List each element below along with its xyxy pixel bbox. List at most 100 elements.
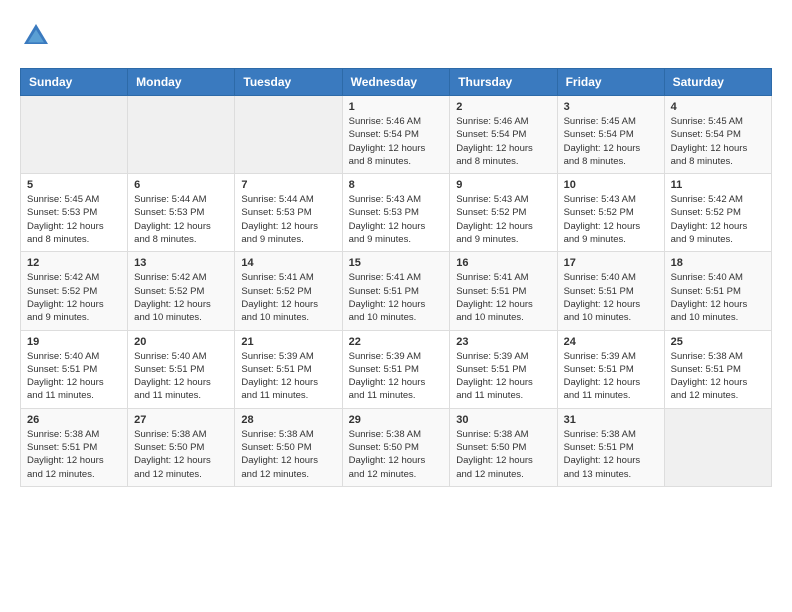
calendar-cell: 28Sunrise: 5:38 AM Sunset: 5:50 PM Dayli… <box>235 408 342 486</box>
day-info: Sunrise: 5:40 AM Sunset: 5:51 PM Dayligh… <box>27 350 121 403</box>
logo <box>20 20 58 52</box>
day-info: Sunrise: 5:39 AM Sunset: 5:51 PM Dayligh… <box>349 350 444 403</box>
calendar-week-1: 1 Sunrise: 5:46 AM Sunset: 5:54 PM Daylig… <box>21 96 772 174</box>
calendar-cell: 16 Sunrise: 5:41 AM Sunset: 5:51 PM Dayli… <box>450 252 557 330</box>
day-info: Sunrise: 5:45 AM Sunset: 5:53 PM Dayligh… <box>27 193 121 246</box>
day-info: Sunrise: 5:43 AM Sunset: 5:52 PM Dayligh… <box>456 193 550 246</box>
day-info: Sunrise: 5:41 AM Sunset: 5:52 PM Dayligh… <box>241 271 335 324</box>
calendar-week-4: 19 Sunrise: 5:40 AM Sunset: 5:51 PM Dayli… <box>21 330 772 408</box>
calendar-cell: 7 Sunrise: 5:44 AM Sunset: 5:53 PM Daylig… <box>235 174 342 252</box>
day-number: 26 <box>27 414 121 426</box>
day-info: Sunrise: 5:45 AM Sunset: 5:54 PM Dayligh… <box>564 115 658 168</box>
page-header <box>20 20 772 52</box>
calendar-week-2: 5Sunrise: 5:45 AM Sunset: 5:53 PM Daylig… <box>21 174 772 252</box>
calendar-cell: 26 Sunrise: 5:38 AM Sunset: 5:51 PM Dayli… <box>21 408 128 486</box>
day-number: 27 <box>134 414 228 426</box>
calendar-cell: 19 Sunrise: 5:40 AM Sunset: 5:51 PM Dayli… <box>21 330 128 408</box>
day-number: 21 <box>241 336 335 348</box>
calendar-header-thursday: Thursday <box>450 69 557 96</box>
calendar-cell: 31 Sunrise: 5:38 AM Sunset: 5:51 PM Dayli… <box>557 408 664 486</box>
calendar-header-tuesday: Tuesday <box>235 69 342 96</box>
calendar-cell: 14 Sunrise: 5:41 AM Sunset: 5:52 PM Dayli… <box>235 252 342 330</box>
day-number: 22 <box>349 336 444 348</box>
day-number: 14 <box>241 257 335 269</box>
day-number: 3 <box>564 101 658 113</box>
day-number: 13 <box>134 257 228 269</box>
day-info: Sunrise: 5:39 AM Sunset: 5:51 PM Dayligh… <box>564 350 658 403</box>
calendar-header-sunday: Sunday <box>21 69 128 96</box>
calendar-cell: 12Sunrise: 5:42 AM Sunset: 5:52 PM Dayli… <box>21 252 128 330</box>
calendar-cell: 11 Sunrise: 5:42 AM Sunset: 5:52 PM Dayli… <box>664 174 771 252</box>
day-number: 15 <box>349 257 444 269</box>
day-number: 24 <box>564 336 658 348</box>
calendar-cell: 25Sunrise: 5:38 AM Sunset: 5:51 PM Dayli… <box>664 330 771 408</box>
day-number: 10 <box>564 179 658 191</box>
day-number: 31 <box>564 414 658 426</box>
day-number: 11 <box>671 179 765 191</box>
calendar-cell: 15 Sunrise: 5:41 AM Sunset: 5:51 PM Dayli… <box>342 252 450 330</box>
day-number: 9 <box>456 179 550 191</box>
day-info: Sunrise: 5:41 AM Sunset: 5:51 PM Dayligh… <box>349 271 444 324</box>
calendar-cell: 5Sunrise: 5:45 AM Sunset: 5:53 PM Daylig… <box>21 174 128 252</box>
day-info: Sunrise: 5:46 AM Sunset: 5:54 PM Dayligh… <box>456 115 550 168</box>
calendar-cell: 20Sunrise: 5:40 AM Sunset: 5:51 PM Dayli… <box>128 330 235 408</box>
day-number: 12 <box>27 257 121 269</box>
calendar-cell: 30 Sunrise: 5:38 AM Sunset: 5:50 PM Dayli… <box>450 408 557 486</box>
day-info: Sunrise: 5:40 AM Sunset: 5:51 PM Dayligh… <box>564 271 658 324</box>
calendar-cell <box>664 408 771 486</box>
calendar-cell: 8 Sunrise: 5:43 AM Sunset: 5:53 PM Daylig… <box>342 174 450 252</box>
day-info: Sunrise: 5:38 AM Sunset: 5:51 PM Dayligh… <box>27 428 121 481</box>
calendar-table: SundayMondayTuesdayWednesdayThursdayFrid… <box>20 68 772 487</box>
calendar-header-saturday: Saturday <box>664 69 771 96</box>
day-number: 16 <box>456 257 550 269</box>
day-info: Sunrise: 5:38 AM Sunset: 5:50 PM Dayligh… <box>349 428 444 481</box>
day-info: Sunrise: 5:39 AM Sunset: 5:51 PM Dayligh… <box>456 350 550 403</box>
day-number: 18 <box>671 257 765 269</box>
calendar-cell <box>128 96 235 174</box>
day-number: 6 <box>134 179 228 191</box>
calendar-week-3: 12 Sunrise: 5:42 AM Sunset: 5:52 PM Dayli… <box>21 252 772 330</box>
calendar-cell: 22 Sunrise: 5:39 AM Sunset: 5:51 PM Dayli… <box>342 330 450 408</box>
day-info: Sunrise: 5:44 AM Sunset: 5:53 PM Dayligh… <box>134 193 228 246</box>
calendar-cell: 6 Sunrise: 5:44 AM Sunset: 5:53 PM Daylig… <box>128 174 235 252</box>
calendar-cell: 24 Sunrise: 5:39 AM Sunset: 5:51 PM Dayli… <box>557 330 664 408</box>
day-number: 2 <box>456 101 550 113</box>
calendar-cell: 2 Sunrise: 5:46 AM Sunset: 5:54 PM Daylig… <box>450 96 557 174</box>
day-number: 7 <box>241 179 335 191</box>
day-info: Sunrise: 5:38 AM Sunset: 5:50 PM Dayligh… <box>456 428 550 481</box>
calendar-cell: 9 Sunrise: 5:43 AM Sunset: 5:52 PM Daylig… <box>450 174 557 252</box>
day-info: Sunrise: 5:43 AM Sunset: 5:53 PM Dayligh… <box>349 193 444 246</box>
calendar-cell: 29Sunrise: 5:38 AM Sunset: 5:50 PM Dayli… <box>342 408 450 486</box>
day-info: Sunrise: 5:46 AM Sunset: 5:54 PM Dayligh… <box>349 115 444 168</box>
calendar-cell: 4 Sunrise: 5:45 AM Sunset: 5:54 PM Daylig… <box>664 96 771 174</box>
day-number: 8 <box>349 179 444 191</box>
day-number: 25 <box>671 336 765 348</box>
calendar-cell: 3 Sunrise: 5:45 AM Sunset: 5:54 PM Daylig… <box>557 96 664 174</box>
logo-icon <box>20 20 52 52</box>
calendar-header-friday: Friday <box>557 69 664 96</box>
calendar-cell: 18 Sunrise: 5:40 AM Sunset: 5:51 PM Dayli… <box>664 252 771 330</box>
day-info: Sunrise: 5:41 AM Sunset: 5:51 PM Dayligh… <box>456 271 550 324</box>
day-info: Sunrise: 5:44 AM Sunset: 5:53 PM Dayligh… <box>241 193 335 246</box>
day-number: 28 <box>241 414 335 426</box>
day-info: Sunrise: 5:42 AM Sunset: 5:52 PM Dayligh… <box>671 193 765 246</box>
day-info: Sunrise: 5:40 AM Sunset: 5:51 PM Dayligh… <box>671 271 765 324</box>
day-number: 4 <box>671 101 765 113</box>
day-number: 1 <box>349 101 444 113</box>
calendar-cell: 17Sunrise: 5:40 AM Sunset: 5:51 PM Dayli… <box>557 252 664 330</box>
day-number: 30 <box>456 414 550 426</box>
day-info: Sunrise: 5:38 AM Sunset: 5:50 PM Dayligh… <box>134 428 228 481</box>
day-info: Sunrise: 5:45 AM Sunset: 5:54 PM Dayligh… <box>671 115 765 168</box>
day-number: 19 <box>27 336 121 348</box>
calendar-header-monday: Monday <box>128 69 235 96</box>
day-info: Sunrise: 5:42 AM Sunset: 5:52 PM Dayligh… <box>134 271 228 324</box>
day-info: Sunrise: 5:38 AM Sunset: 5:51 PM Dayligh… <box>564 428 658 481</box>
calendar-cell: 13 Sunrise: 5:42 AM Sunset: 5:52 PM Dayli… <box>128 252 235 330</box>
calendar-cell: 1 Sunrise: 5:46 AM Sunset: 5:54 PM Daylig… <box>342 96 450 174</box>
calendar-cell <box>235 96 342 174</box>
day-number: 20 <box>134 336 228 348</box>
calendar-cell: 21 Sunrise: 5:39 AM Sunset: 5:51 PM Dayli… <box>235 330 342 408</box>
day-info: Sunrise: 5:39 AM Sunset: 5:51 PM Dayligh… <box>241 350 335 403</box>
calendar-cell: 27 Sunrise: 5:38 AM Sunset: 5:50 PM Dayli… <box>128 408 235 486</box>
calendar-cell: 10Sunrise: 5:43 AM Sunset: 5:52 PM Dayli… <box>557 174 664 252</box>
